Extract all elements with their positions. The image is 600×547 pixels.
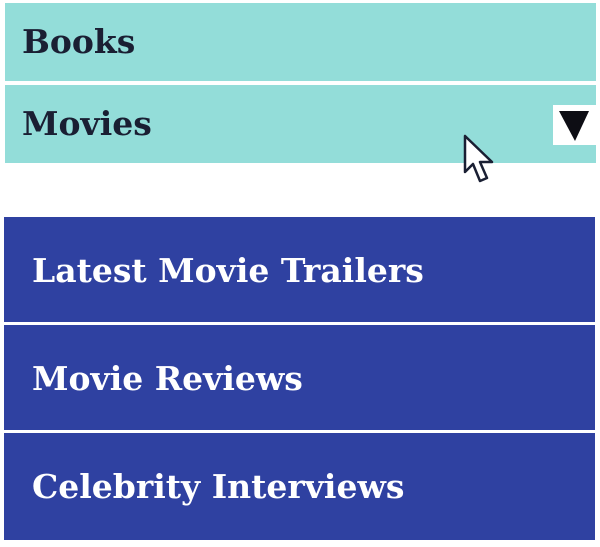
submenu-item-label: Movie Reviews xyxy=(32,359,303,398)
submenu-item-celebrity-interviews[interactable]: Celebrity Interviews xyxy=(4,433,595,540)
submenu-item-latest-movie-trailers[interactable]: Latest Movie Trailers xyxy=(4,217,595,325)
triangle-down-icon[interactable] xyxy=(553,105,596,145)
submenu-item-label: Latest Movie Trailers xyxy=(32,251,424,290)
menu-item-books[interactable]: Books xyxy=(5,3,596,81)
submenu-item-label: Celebrity Interviews xyxy=(32,467,405,506)
menu-item-movies[interactable]: Movies xyxy=(5,85,596,163)
movies-submenu: Latest Movie Trailers Movie Reviews Cele… xyxy=(4,217,595,540)
menu-item-books-label: Books xyxy=(22,22,136,61)
submenu-item-movie-reviews[interactable]: Movie Reviews xyxy=(4,325,595,433)
menu-item-movies-label: Movies xyxy=(22,104,152,143)
